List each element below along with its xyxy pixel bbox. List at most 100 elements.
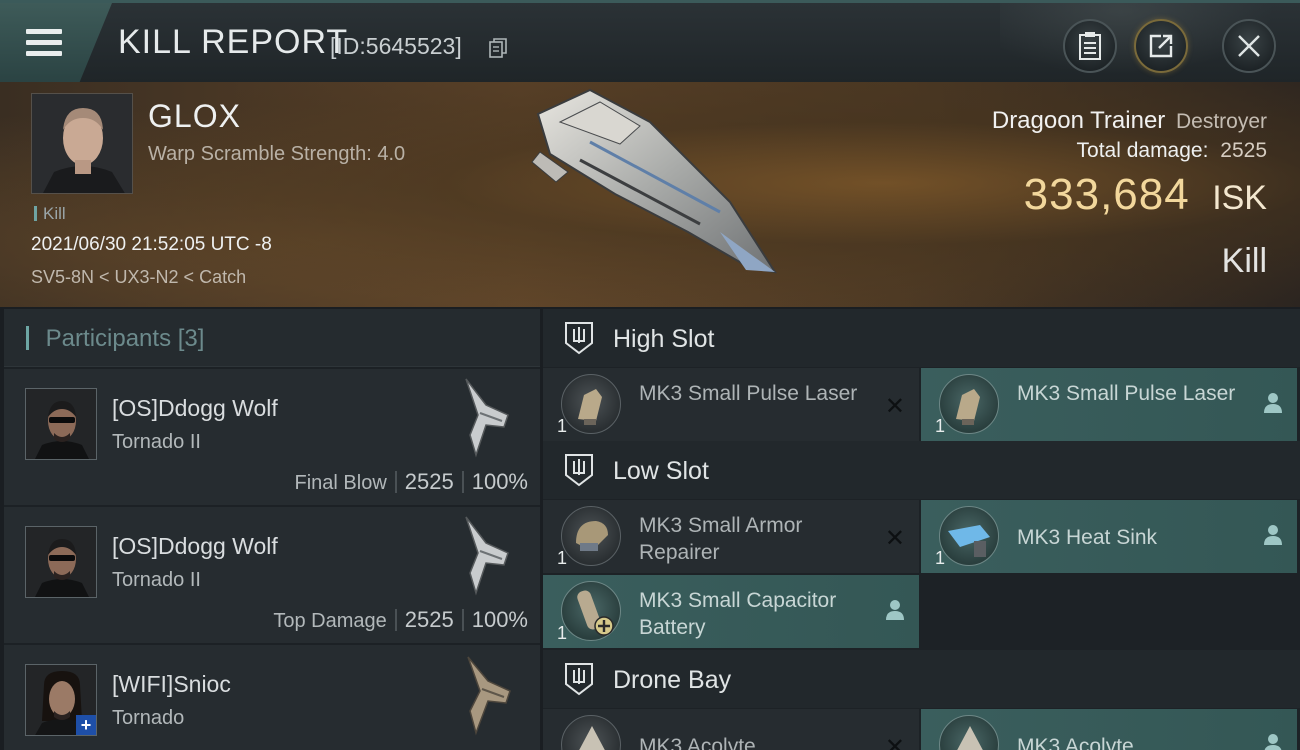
victim-banner: GLOX Warp Scramble Strength: 4.0 Kill 20… <box>0 82 1300 307</box>
item-name: MK3 Heat Sink <box>1017 526 1158 549</box>
participant-ship: Tornado II <box>112 431 201 453</box>
total-damage: Total damage: 2525 <box>1077 139 1267 163</box>
page-title: KILL REPORT <box>118 23 349 61</box>
pulse-laser-icon <box>939 374 999 434</box>
victim-ship-name: Dragoon Trainer <box>991 107 1166 134</box>
participant-ship-image <box>465 516 509 596</box>
participant-percent: 100% <box>471 607 528 632</box>
low-slot-title: Low Slot <box>613 457 709 485</box>
item-quantity: 1 <box>935 416 946 436</box>
item-name: MK3 Small Pulse Laser <box>639 382 858 405</box>
pulse-laser-icon <box>561 374 621 434</box>
heat-sink-icon <box>939 506 999 566</box>
participant-damage: 2525 <box>404 469 454 494</box>
participant-row[interactable]: [OS]Ddogg Wolf Tornado II Final Blow 2525… <box>4 369 540 505</box>
fittings-panel: High Slot 1 MK3 Small Pulse Laser ✕ 1 MK… <box>543 309 1300 750</box>
divider <box>461 609 464 631</box>
total-damage-label: Total damage: <box>1076 139 1209 162</box>
participant-percent: 100% <box>471 469 528 494</box>
fitting-item[interactable]: 1 MK3 Small Pulse Laser ✕ <box>543 368 919 441</box>
item-quantity: 1 <box>557 548 568 568</box>
victim-ship: Dragoon Trainer Destroyer <box>992 107 1267 135</box>
destroyed-x-icon: ✕ <box>884 734 905 750</box>
item-name: MK3 Small Pulse Laser <box>1017 382 1236 405</box>
fitting-item[interactable]: 1 MK3 Small Pulse Laser <box>921 368 1297 441</box>
participant-row[interactable]: + [WIFI]Snioc Tornado <box>4 645 540 750</box>
victim-name: GLOX <box>148 98 241 134</box>
participant-label: Top Damage <box>273 610 387 632</box>
participants-header: Participants [3] <box>4 309 540 367</box>
isk-unit: ISK <box>1212 179 1267 217</box>
kill-tag: Kill <box>34 204 66 224</box>
fitting-item[interactable]: 1 MK3 Small Armor Repairer ✕ <box>543 500 919 573</box>
copy-icon[interactable] <box>489 38 507 58</box>
person-icon <box>1264 393 1282 413</box>
person-icon <box>1264 525 1282 545</box>
item-quantity: 1 <box>935 548 946 568</box>
plus-badge-icon: + <box>76 715 96 735</box>
high-slot-title: High Slot <box>613 325 715 353</box>
victim-ship-image <box>531 88 778 274</box>
item-name: MK3 Small Armor Repairer <box>639 514 803 564</box>
armor-repairer-icon <box>561 506 621 566</box>
drone-bay-title: Drone Bay <box>613 666 732 694</box>
capacitor-battery-icon <box>561 581 621 641</box>
participant-damage: 2525 <box>404 607 454 632</box>
low-slot-header: Low Slot <box>543 441 1300 499</box>
clipboard-icon <box>1079 32 1101 60</box>
participant-row[interactable]: [OS]Ddogg Wolf Tornado II Top Damage 2525… <box>4 507 540 643</box>
victim-portrait[interactable] <box>31 93 133 194</box>
menu-icon[interactable] <box>26 29 62 57</box>
report-id: [ID:5645523] <box>330 33 462 59</box>
close-button[interactable] <box>1222 19 1276 73</box>
participant-stats: Top Damage 2525 100% <box>273 607 528 633</box>
victim-ship-class: Destroyer <box>1175 110 1267 133</box>
close-icon <box>1238 35 1260 57</box>
participant-name: [OS]Ddogg Wolf <box>112 533 278 559</box>
divider <box>394 471 397 493</box>
divider <box>461 471 464 493</box>
participant-stats: Final Blow 2525 100% <box>295 469 529 495</box>
participant-ship: Tornado <box>112 707 185 729</box>
drone-bay-icon <box>565 663 593 696</box>
acolyte-drone-icon <box>939 715 999 750</box>
participant-avatar[interactable]: + <box>25 664 97 736</box>
destroyed-x-icon: ✕ <box>884 393 905 420</box>
item-name: MK3 Acolyte <box>639 735 756 750</box>
kill-datetime: 2021/06/30 21:52:05 UTC -8 <box>31 234 272 255</box>
participant-avatar[interactable] <box>25 526 97 598</box>
destroyed-x-icon: ✕ <box>884 525 905 552</box>
participant-name: [OS]Ddogg Wolf <box>112 395 278 421</box>
high-slot-header: High Slot <box>543 309 1300 367</box>
participants-label: Participants <box>45 325 172 352</box>
participant-name: [WIFI]Snioc <box>112 671 231 697</box>
fitting-item[interactable]: 1 MK3 Heat Sink <box>921 500 1297 573</box>
item-quantity: 1 <box>557 416 568 436</box>
participant-avatar[interactable] <box>25 388 97 460</box>
participant-ship-image <box>467 656 511 736</box>
total-damage-value: 2525 <box>1220 139 1267 162</box>
low-slot-icon <box>565 454 593 487</box>
clipboard-button[interactable] <box>1063 19 1117 73</box>
isk-value: 333,684 ISK <box>1024 170 1267 220</box>
header-bar: KILL REPORT [ID:5645523] <box>0 0 1300 85</box>
participants-count: [3] <box>177 325 205 352</box>
share-icon <box>1149 34 1173 58</box>
fitting-item[interactable]: MK3 Acolyte <box>921 709 1297 750</box>
share-button[interactable] <box>1134 19 1188 73</box>
item-quantity: 1 <box>557 623 568 643</box>
drone-bay-header: Drone Bay <box>543 650 1300 708</box>
item-name: MK3 Small Capacitor Battery <box>639 589 837 639</box>
isk-amount: 333,684 <box>1023 170 1190 219</box>
participant-label: Final Blow <box>294 472 387 494</box>
acolyte-drone-icon <box>561 715 621 750</box>
participant-ship: Tornado II <box>112 569 201 591</box>
person-icon <box>1264 734 1282 750</box>
divider <box>394 609 397 631</box>
person-icon <box>886 600 904 620</box>
item-name: MK3 Acolyte <box>1017 735 1134 750</box>
fitting-item[interactable]: 1 MK3 Small Capacitor Battery <box>543 575 919 648</box>
warp-scramble-strength: Warp Scramble Strength: 4.0 <box>148 143 406 165</box>
fitting-item[interactable]: MK3 Acolyte ✕ <box>543 709 919 750</box>
participant-ship-image <box>465 378 509 458</box>
